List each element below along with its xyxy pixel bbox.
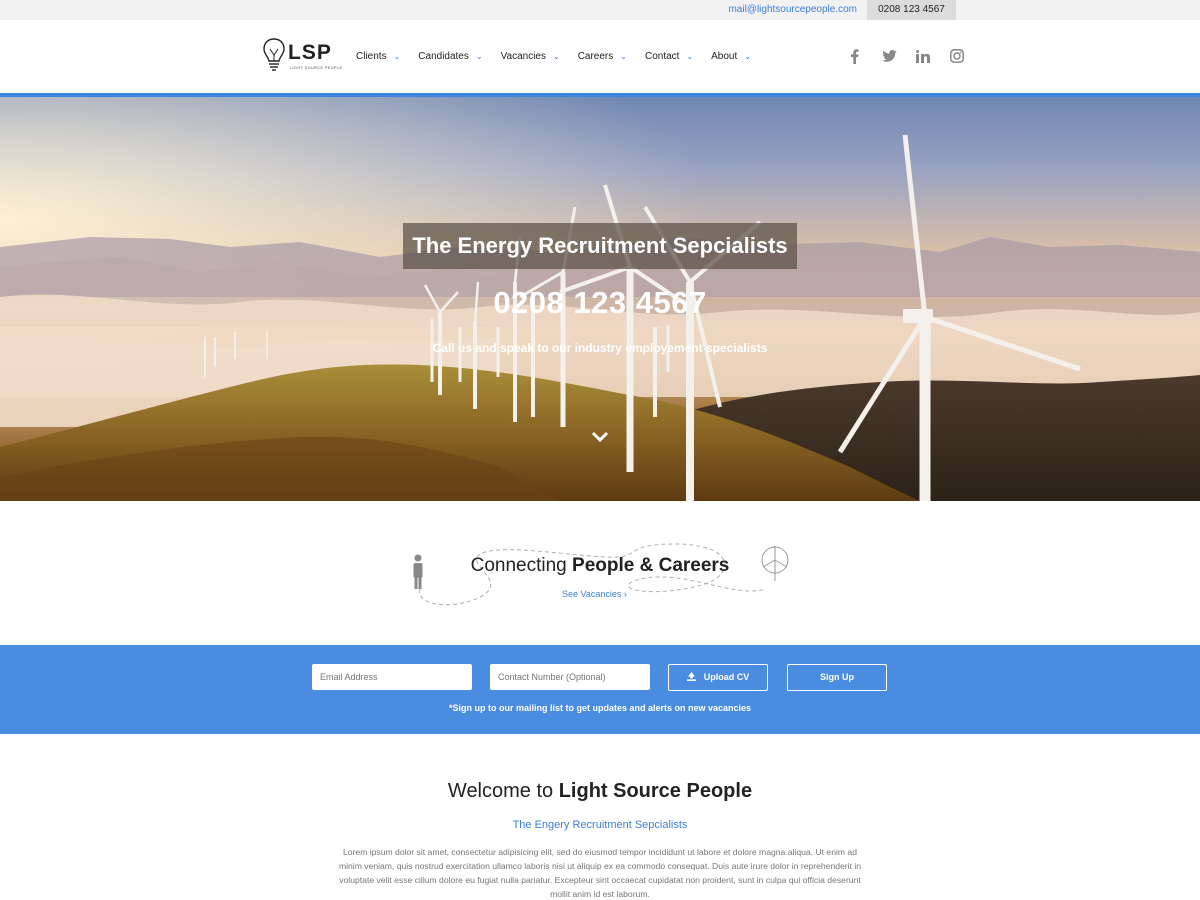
instagram-icon[interactable] (940, 45, 974, 67)
top-strip: mail@lightsourcepeople.com 0208 123 4567 (0, 0, 1200, 20)
signup-note: *Sign up to our mailing list to get upda… (448, 703, 752, 713)
sign-up-button[interactable]: Sign Up (787, 664, 887, 691)
upload-icon (686, 672, 696, 681)
chevron-down-icon: ⌄ (552, 52, 560, 61)
nav-label: Contact (644, 51, 680, 62)
nav-label: Vacancies (500, 51, 546, 62)
connecting-title: Connecting People & Careers (0, 555, 1200, 577)
hero-phone-number[interactable]: 0208 123 4567 (0, 285, 1200, 321)
connecting-title-prefix: Connecting (470, 555, 573, 576)
top-email-link[interactable]: mail@lightsourcepeople.com (728, 4, 857, 15)
chevron-down-icon: ⌄ (393, 52, 401, 61)
nav-label: Candidates (418, 51, 469, 62)
nav-item-clients[interactable]: Clients ⌄ (356, 51, 400, 62)
chevron-down-icon[interactable] (590, 428, 610, 444)
contact-number-input[interactable] (490, 664, 650, 690)
hero-banner: The Energy Recruitment Sepcialists 0208 … (0, 97, 1200, 501)
welcome-subtitle: The Engery Recruitment Sepcialists (512, 819, 688, 831)
upload-cv-label: Upload CV (703, 672, 750, 682)
social-links (838, 45, 974, 67)
upload-cv-button[interactable]: Upload CV (668, 664, 768, 691)
twitter-icon[interactable] (872, 45, 906, 67)
nav-item-vacancies[interactable]: Vacancies ⌄ (501, 51, 560, 62)
chevron-down-icon: ⌄ (620, 52, 627, 61)
site-header: LSP LIGHT SOURCE PEOPLE Clients ⌄ Candid… (0, 20, 1200, 93)
connecting-section: Connecting People & Careers See Vacancie… (0, 501, 1200, 645)
nav-item-about[interactable]: About ⌄ (711, 51, 751, 62)
signup-band: Upload CV Sign Up *Sign up to our mailin… (0, 645, 1200, 734)
nav-label: Clients (356, 51, 387, 62)
connecting-title-bold: People & Careers (572, 555, 730, 576)
chevron-down-icon: ⌄ (475, 52, 483, 61)
main-nav: Clients ⌄ Candidates ⌄ Vacancies ⌄ Caree… (356, 20, 769, 93)
welcome-title: Welcome to Light Source People (0, 780, 1200, 803)
see-vacancies-link[interactable]: See Vacancies › (562, 589, 627, 599)
lightbulb-icon (263, 38, 285, 71)
facebook-icon[interactable] (838, 45, 872, 67)
nav-item-candidates[interactable]: Candidates ⌄ (418, 51, 482, 62)
nav-item-careers[interactable]: Careers ⌄ (578, 51, 627, 62)
hero-title: The Energy Recruitment Sepcialists (403, 223, 797, 269)
logo-subtext: LIGHT SOURCE PEOPLE (290, 66, 343, 70)
hero-subtitle: Call us and speak to our industry employ… (432, 341, 768, 355)
chevron-down-icon: ⌄ (744, 52, 751, 61)
site-logo[interactable]: LSP LIGHT SOURCE PEOPLE (262, 37, 342, 77)
welcome-title-bold: Light Source People (558, 780, 753, 802)
chevron-down-icon: ⌄ (686, 52, 694, 61)
nav-label: Careers (577, 51, 614, 62)
nav-item-contact[interactable]: Contact ⌄ (645, 51, 693, 62)
nav-label: About (711, 51, 738, 62)
logo-text: LSP (288, 41, 332, 64)
welcome-body-text: Lorem ipsum dolor sit amet, consectetur … (338, 847, 862, 899)
welcome-title-prefix: Welcome to (447, 780, 559, 802)
top-phone-number[interactable]: 0208 123 4567 (867, 0, 956, 20)
linkedin-icon[interactable] (906, 45, 940, 67)
email-address-input[interactable] (312, 664, 472, 690)
